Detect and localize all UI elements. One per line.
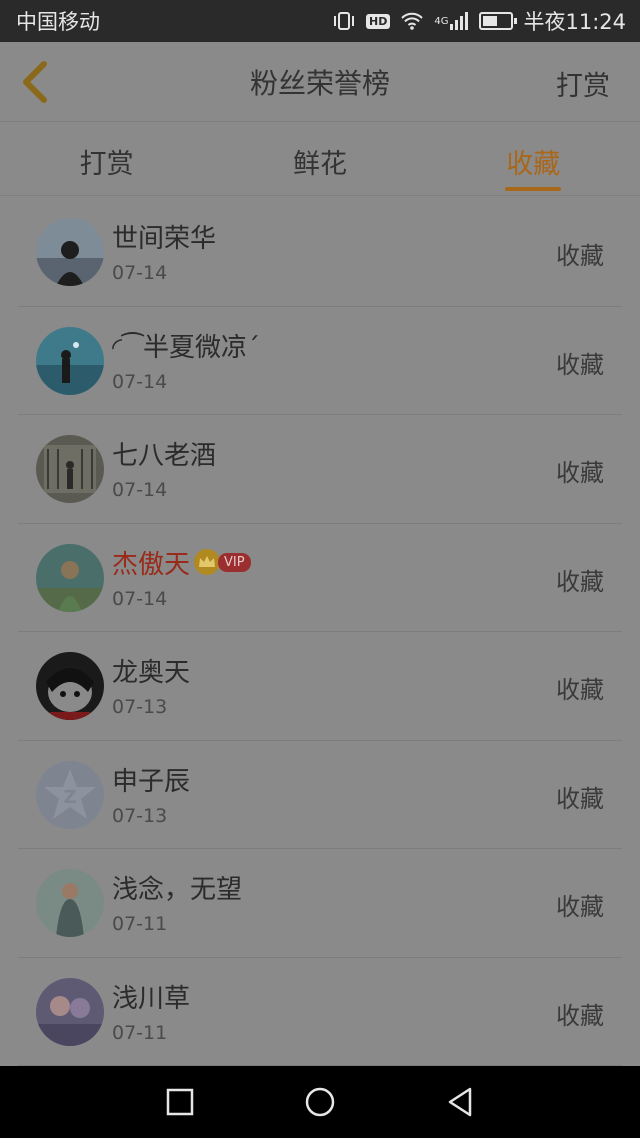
avatar: [36, 435, 104, 503]
back-button[interactable]: [14, 56, 54, 108]
avatar: [36, 326, 104, 395]
favorite-label: 收藏: [556, 567, 604, 596]
favorite-label: 收藏: [556, 459, 604, 487]
favorite-label: 收藏: [556, 676, 604, 704]
vip-badge: VIP: [218, 552, 251, 572]
tab-favorites[interactable]: 收藏: [427, 122, 640, 195]
status-icons: HD 4G 半夜11:24: [332, 6, 626, 36]
favorite-label: 收藏: [556, 1001, 604, 1030]
date-label: 07-14: [112, 587, 168, 610]
tab-bar: 打赏 鲜花 收藏: [0, 122, 640, 196]
favorite-label: 收藏: [556, 893, 604, 921]
page-title: 粉丝荣誉榜: [249, 66, 390, 100]
triangle-back-icon: [448, 1087, 472, 1117]
list-item[interactable]: 浅念，无望 07-11 收藏: [18, 849, 622, 958]
circle-icon: [305, 1087, 335, 1117]
system-nav-bar: [0, 1066, 640, 1138]
network-type: 4G: [434, 15, 449, 27]
avatar: [36, 977, 104, 1046]
list-item[interactable]: 浅川草 07-11 收藏: [18, 958, 622, 1066]
back-nav-button[interactable]: [440, 1082, 480, 1122]
user-name: 龙奥天: [112, 658, 191, 688]
battery-icon: [479, 12, 518, 30]
tab-reward[interactable]: 打赏: [0, 122, 213, 195]
crown-icon: [194, 549, 221, 575]
date-label: 07-11: [112, 1021, 168, 1044]
date-label: 07-13: [112, 696, 168, 718]
date-label: 07-11: [112, 913, 168, 935]
list-item[interactable]: 世间荣华 07-14 收藏: [18, 198, 622, 307]
avatar: [36, 543, 104, 612]
avatar: [36, 218, 104, 286]
list-item[interactable]: 杰傲天 VIP 07-14 收藏: [18, 524, 622, 632]
list-item[interactable]: 七八老酒 07-14 收藏: [18, 415, 622, 524]
avatar: [36, 869, 104, 937]
wifi-icon: [400, 11, 424, 31]
user-name: 浅川草: [112, 983, 191, 1014]
square-icon: [166, 1088, 194, 1116]
fan-list: 世间荣华 07-14 收藏 ◜⁀半夏微凉ˊ 07-14 收藏 七八老酒 07-1…: [0, 198, 640, 1066]
avatar: [36, 652, 104, 720]
user-name: 杰傲天: [112, 549, 191, 580]
tab-flowers[interactable]: 鲜花: [213, 122, 426, 195]
date-label: 07-13: [112, 804, 168, 827]
home-button[interactable]: [300, 1082, 340, 1122]
favorite-label: 收藏: [556, 784, 604, 813]
user-name: 世间荣华: [112, 224, 217, 254]
favorite-label: 收藏: [556, 350, 604, 379]
user-name: ◜⁀半夏微凉ˊ: [112, 332, 260, 363]
user-name: 申子辰: [112, 766, 191, 797]
hd-icon: HD: [366, 13, 391, 29]
carrier-name: 中国移动: [16, 10, 100, 34]
avatar: Z: [36, 760, 104, 829]
date-label: 07-14: [112, 370, 168, 393]
list-item[interactable]: ◜⁀半夏微凉ˊ 07-14 收藏: [18, 307, 622, 415]
status-bar: 中国移动 HD 4G 半夜11:24: [0, 0, 640, 42]
user-name: 七八老酒: [112, 441, 217, 471]
nav-bar: 粉丝荣誉榜 打赏: [0, 42, 640, 122]
reward-button[interactable]: 打赏: [556, 64, 610, 103]
recents-button[interactable]: [160, 1082, 200, 1122]
svg-text:Z: Z: [63, 787, 76, 808]
signal-icon: 4G: [434, 12, 469, 30]
chevron-left-icon: [23, 61, 47, 103]
vibrate-icon: [332, 11, 356, 31]
list-item[interactable]: 龙奥天 07-13 收藏: [18, 632, 622, 741]
date-label: 07-14: [112, 262, 168, 284]
user-name: 浅念，无望: [112, 875, 243, 905]
list-item[interactable]: Z 申子辰 07-13 收藏: [18, 741, 622, 849]
favorite-label: 收藏: [556, 242, 604, 270]
clock: 半夜11:24: [523, 10, 626, 34]
date-label: 07-14: [112, 479, 168, 501]
